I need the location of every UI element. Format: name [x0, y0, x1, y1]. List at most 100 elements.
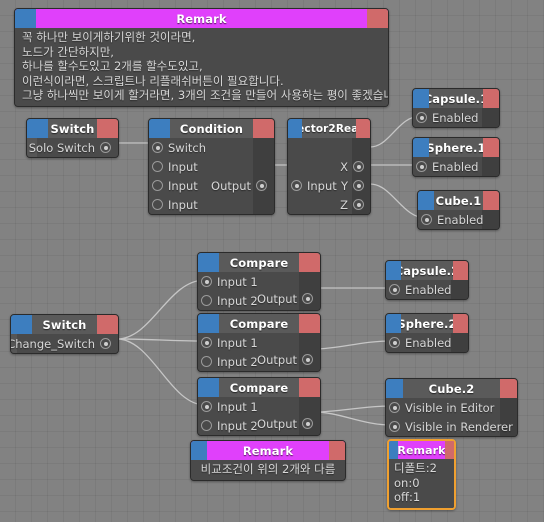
- output-port-list: Output: [211, 176, 274, 195]
- node-header[interactable]: Compare: [198, 378, 320, 397]
- output-port[interactable]: [100, 338, 111, 349]
- output-port[interactable]: [302, 293, 313, 304]
- port-label: Solo Switch: [28, 140, 95, 155]
- node-title: Sphere.1: [429, 140, 483, 155]
- port-row-output[interactable]: Output: [257, 350, 320, 369]
- node-compare-1[interactable]: Compare Input 1 Input 2 Output: [197, 252, 321, 311]
- port-row-enabled[interactable]: Enabled: [413, 157, 478, 176]
- node-remark-small[interactable]: Remark 디폴트:2 on:0 off:1: [387, 439, 456, 510]
- remark-body: 비교조건이 위의 2개와 다름: [191, 460, 345, 480]
- input-port[interactable]: [201, 356, 212, 367]
- port-row-output[interactable]: Output: [257, 289, 320, 308]
- output-port[interactable]: [302, 354, 313, 365]
- node-header[interactable]: Compare: [198, 314, 320, 333]
- input-port[interactable]: [389, 337, 400, 348]
- output-port[interactable]: [256, 180, 267, 191]
- port-row-input-2[interactable]: Input 2: [198, 291, 258, 310]
- output-port[interactable]: [100, 142, 111, 153]
- input-port[interactable]: [152, 199, 163, 210]
- node-cube-2[interactable]: Cube.2 Visible in Editor Visible in Rend…: [385, 378, 518, 437]
- node-remark-bottom[interactable]: Remark 비교조건이 위의 2개와 다름: [190, 440, 346, 481]
- port-row-input-1[interactable]: Input 1: [198, 333, 258, 352]
- node-vector2reals[interactable]: Vector2Reals Input X Y: [287, 118, 371, 215]
- node-title: Sphere.2: [401, 316, 453, 331]
- port-row-y[interactable]: Y: [340, 176, 370, 195]
- port-row-input-1[interactable]: Input 1: [198, 272, 258, 291]
- node-title: Switch: [50, 121, 95, 136]
- input-port[interactable]: [201, 401, 212, 412]
- input-port[interactable]: [389, 421, 400, 432]
- port-row-input-2[interactable]: Input 2: [198, 352, 258, 371]
- port-row-input-1[interactable]: Input: [149, 157, 206, 176]
- port-row-enabled[interactable]: Enabled: [418, 210, 483, 229]
- port-label: Input 1: [217, 399, 258, 414]
- node-right-gutter: [482, 210, 499, 229]
- node-header[interactable]: Capsule.1: [413, 89, 499, 108]
- port-row-visible-in-editor[interactable]: Visible in Editor: [386, 398, 513, 417]
- node-header[interactable]: Remark: [389, 441, 454, 459]
- port-row-input-2[interactable]: Input 2: [198, 416, 258, 435]
- input-port[interactable]: [201, 337, 212, 348]
- output-port[interactable]: [353, 180, 364, 191]
- node-capsule-1[interactable]: Capsule.1 Enabled: [412, 88, 500, 128]
- output-port[interactable]: [353, 199, 364, 210]
- node-header[interactable]: Cube.1: [418, 191, 499, 210]
- port-label: Input: [168, 197, 198, 212]
- input-port[interactable]: [201, 420, 212, 431]
- port-row-input-1[interactable]: Input 1: [198, 397, 258, 416]
- node-header[interactable]: Compare: [198, 253, 320, 272]
- node-header[interactable]: Switch: [11, 315, 118, 334]
- input-port[interactable]: [389, 284, 400, 295]
- port-row-output[interactable]: Output: [211, 176, 274, 195]
- port-row-input-3[interactable]: Input: [149, 195, 206, 214]
- input-port[interactable]: [416, 161, 427, 172]
- node-sphere-1[interactable]: Sphere.1 Enabled: [412, 137, 500, 177]
- node-sphere-2[interactable]: Sphere.2 Enabled: [385, 313, 469, 353]
- node-header[interactable]: Capsule.2: [386, 261, 468, 280]
- port-row-enabled[interactable]: Enabled: [413, 108, 478, 127]
- node-compare-3[interactable]: Compare Input 1 Input 2 Output: [197, 377, 321, 436]
- node-compare-2[interactable]: Compare Input 1 Input 2 Output: [197, 313, 321, 372]
- node-condition[interactable]: Condition Switch Input Input Input Outpu…: [148, 118, 275, 215]
- node-cube-1[interactable]: Cube.1 Enabled: [417, 190, 500, 230]
- node-header[interactable]: Remark: [15, 9, 388, 28]
- node-header[interactable]: Sphere.2: [386, 314, 468, 333]
- node-graph-canvas[interactable]: Remark 꼭 하나만 보이게하기위한 것이라면, 노드가 간단하지만, 하나…: [0, 0, 544, 522]
- input-port[interactable]: [291, 180, 302, 191]
- input-port[interactable]: [416, 112, 427, 123]
- port-row-enabled[interactable]: Enabled: [386, 333, 451, 352]
- node-header[interactable]: Cube.2: [386, 379, 517, 398]
- port-row-x[interactable]: X: [340, 157, 370, 176]
- port-row-enabled[interactable]: Enabled: [386, 280, 451, 299]
- node-header[interactable]: Sphere.1: [413, 138, 499, 157]
- node-title: Cube.1: [435, 193, 482, 208]
- port-row-input-2[interactable]: Input: [149, 176, 206, 195]
- input-port[interactable]: [389, 402, 400, 413]
- node-header[interactable]: Remark: [191, 441, 345, 460]
- input-port[interactable]: [152, 142, 163, 153]
- node-switch-change[interactable]: Switch Change_Switch: [10, 314, 119, 354]
- node-header[interactable]: Condition: [149, 119, 274, 138]
- port-row-change-switch[interactable]: Change_Switch: [11, 334, 118, 353]
- input-port[interactable]: [201, 276, 212, 287]
- port-row-input[interactable]: Input: [288, 176, 337, 195]
- node-remark-top[interactable]: Remark 꼭 하나만 보이게하기위한 것이라면, 노드가 간단하지만, 하나…: [14, 8, 389, 107]
- input-port[interactable]: [421, 214, 432, 225]
- port-row-visible-in-renderer[interactable]: Visible in Renderer: [386, 417, 513, 436]
- input-port[interactable]: [152, 161, 163, 172]
- node-header[interactable]: Vector2Reals: [288, 119, 370, 138]
- node-input-tab-icon: [198, 378, 219, 397]
- input-port[interactable]: [152, 180, 163, 191]
- port-row-z[interactable]: Z: [340, 195, 370, 214]
- node-switch-solo[interactable]: Switch Solo Switch: [26, 118, 119, 158]
- input-port[interactable]: [201, 295, 212, 306]
- port-row-switch[interactable]: Switch: [149, 138, 206, 157]
- port-row-output[interactable]: Output: [257, 414, 320, 433]
- node-capsule-2[interactable]: Capsule.2 Enabled: [385, 260, 469, 300]
- node-header[interactable]: Switch: [27, 119, 118, 138]
- port-row-solo-switch[interactable]: Solo Switch: [27, 138, 118, 157]
- node-output-tab-icon: [299, 253, 320, 272]
- output-port[interactable]: [353, 161, 364, 172]
- output-port-list: X Y Z: [340, 157, 370, 214]
- output-port[interactable]: [302, 418, 313, 429]
